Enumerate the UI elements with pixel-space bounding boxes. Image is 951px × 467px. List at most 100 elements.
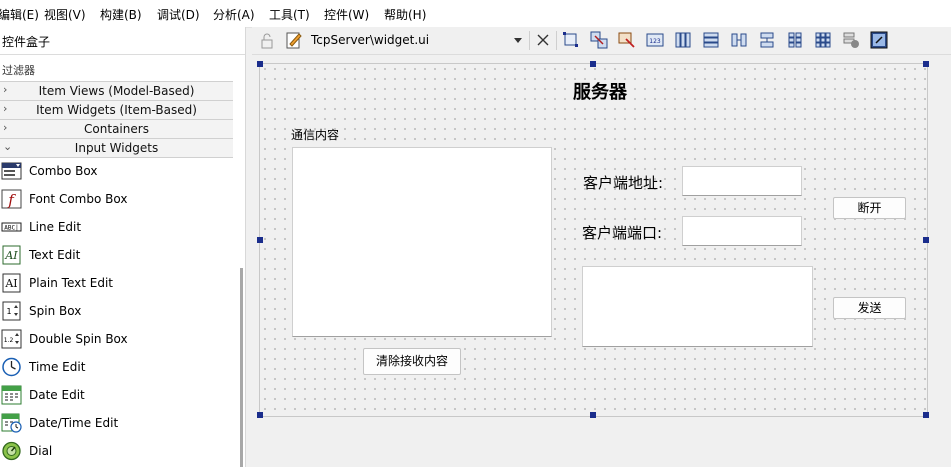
calendar-clock-icon — [1, 413, 22, 433]
font-combo-box-icon: f — [1, 189, 22, 209]
group-label: 通信内容 — [291, 128, 340, 142]
widget-item-label: Spin Box — [29, 304, 82, 318]
svg-text:1.2: 1.2 — [4, 337, 14, 344]
dropdown-arrow-icon[interactable] — [512, 33, 524, 47]
widget-box-panel: 控件盒子 过滤器 › Item Views (Model-Based) › It… — [0, 27, 246, 467]
dial-icon — [2, 441, 21, 461]
category-containers[interactable]: › Containers — [0, 119, 233, 139]
client-port-label: 客户端端口: — [582, 224, 663, 242]
combo-box-icon — [1, 162, 22, 180]
document-title[interactable]: TcpServer\widget.ui — [311, 33, 429, 47]
svg-text:1: 1 — [6, 307, 11, 316]
menu-bar: 编辑(E) 视图(V) 构建(B) 调试(D) 分析(A) 工具(T) 控件(W… — [0, 0, 951, 28]
widget-item-datetime-edit[interactable]: Date/Time Edit — [0, 410, 233, 436]
widget-item-line-edit[interactable]: ABC| Line Edit — [0, 214, 233, 240]
menu-build[interactable]: 构建(B) — [100, 6, 142, 23]
widget-item-combo-box[interactable]: Combo Box — [0, 158, 233, 184]
category-label: Input Widgets — [74, 141, 159, 155]
layout-horizontal-splitter-icon[interactable] — [730, 31, 748, 49]
widget-item-label: Date/Time Edit — [29, 416, 119, 430]
calendar-icon — [1, 385, 22, 405]
disconnect-button[interactable]: 断开 — [833, 197, 906, 219]
menu-view[interactable]: 视图(V) — [44, 6, 86, 23]
resize-handle[interactable] — [923, 237, 929, 243]
divider — [0, 54, 245, 55]
widget-item-label: Combo Box — [29, 164, 98, 178]
text-edit-icon: AI — [2, 245, 21, 265]
edit-widgets-icon[interactable] — [562, 31, 580, 49]
widget-item-text-edit[interactable]: AI Text Edit — [0, 242, 233, 268]
resize-handle[interactable] — [590, 61, 596, 67]
svg-text:AI: AI — [4, 249, 18, 262]
menu-widgets[interactable]: 控件(W) — [324, 6, 369, 23]
spin-box-icon: 1 — [2, 301, 21, 321]
resize-handle[interactable] — [257, 61, 263, 67]
scrollbar[interactable] — [240, 268, 243, 467]
edit-buddies-icon[interactable] — [618, 31, 636, 49]
menu-edit[interactable]: 编辑(E) — [0, 6, 39, 23]
svg-text:123: 123 — [649, 38, 661, 45]
widget-item-label: Double Spin Box — [29, 332, 128, 346]
svg-text:ABC|: ABC| — [4, 225, 18, 232]
category-label: Item Views (Model-Based) — [38, 84, 195, 98]
widget-item-date-edit[interactable]: Date Edit — [0, 382, 233, 408]
widget-box-title: 控件盒子 — [2, 35, 51, 49]
line-edit-icon: ABC| — [1, 222, 22, 232]
lock-icon[interactable] — [258, 32, 276, 50]
send-text-area[interactable] — [582, 266, 813, 347]
client-address-input[interactable] — [682, 166, 802, 196]
resize-handle[interactable] — [590, 412, 596, 418]
close-icon[interactable] — [534, 31, 552, 49]
category-item-widgets[interactable]: › Item Widgets (Item-Based) — [0, 100, 233, 120]
layout-horizontal-icon[interactable] — [674, 31, 692, 49]
widget-item-label: Line Edit — [29, 220, 82, 234]
layout-grid-icon[interactable] — [814, 31, 832, 49]
filter-label[interactable]: 过滤器 — [2, 62, 35, 78]
category-label: Containers — [84, 122, 149, 136]
resize-handle[interactable] — [923, 412, 929, 418]
document-icon — [286, 32, 302, 49]
widget-item-label: Plain Text Edit — [29, 276, 113, 290]
layout-vertical-splitter-icon[interactable] — [758, 31, 776, 49]
edit-signals-slots-icon[interactable] — [590, 31, 608, 49]
document-toolbar: TcpServer\widget.ui 123 — [252, 27, 951, 55]
resize-handle[interactable] — [923, 61, 929, 67]
adjust-size-icon[interactable] — [870, 31, 888, 49]
clear-receive-button[interactable]: 清除接收内容 — [363, 348, 461, 375]
widget-item-label: Time Edit — [29, 360, 86, 374]
widget-item-plain-text-edit[interactable]: AI Plain Text Edit — [0, 270, 233, 296]
layout-vertical-icon[interactable] — [702, 31, 720, 49]
receive-text-area[interactable] — [292, 147, 552, 337]
clock-icon — [2, 357, 21, 377]
widget-item-double-spin-box[interactable]: 1.2 Double Spin Box — [0, 326, 233, 352]
form-canvas[interactable]: 服务器 通信内容 清除接收内容 客户端地址: 客户端端口: 断开 发送 — [259, 63, 928, 417]
double-spin-box-icon: 1.2 — [1, 329, 22, 349]
widget-item-label: Text Edit — [29, 248, 81, 262]
resize-handle[interactable] — [257, 412, 263, 418]
widget-item-dial[interactable]: Dial — [0, 438, 233, 464]
widget-item-label: Dial — [29, 444, 53, 458]
widget-item-spin-box[interactable]: 1 Spin Box — [0, 298, 233, 324]
client-port-input[interactable] — [682, 216, 802, 246]
category-input-widgets[interactable]: ⌄ Input Widgets — [0, 138, 233, 158]
category-label: Item Widgets (Item-Based) — [36, 103, 197, 117]
category-item-views[interactable]: › Item Views (Model-Based) — [0, 81, 233, 101]
divider — [529, 31, 530, 50]
menu-analyze[interactable]: 分析(A) — [213, 6, 255, 23]
menu-help[interactable]: 帮助(H) — [384, 6, 426, 23]
menu-debug[interactable]: 调试(D) — [157, 6, 200, 23]
client-address-label: 客户端地址: — [583, 174, 664, 192]
widget-item-label: Font Combo Box — [29, 192, 128, 206]
edit-tab-order-icon[interactable]: 123 — [646, 31, 664, 49]
divider — [556, 31, 557, 50]
widget-item-label: Date Edit — [29, 388, 85, 402]
widget-item-time-edit[interactable]: Time Edit — [0, 354, 233, 380]
widget-item-font-combo-box[interactable]: f Font Combo Box — [0, 186, 233, 212]
send-button[interactable]: 发送 — [833, 297, 906, 319]
layout-form-icon[interactable] — [786, 31, 804, 49]
break-layout-icon[interactable] — [842, 31, 860, 49]
menu-tools[interactable]: 工具(T) — [269, 6, 310, 23]
resize-handle[interactable] — [257, 237, 263, 243]
svg-text:AI: AI — [4, 277, 17, 290]
plain-text-edit-icon: AI — [2, 273, 21, 293]
